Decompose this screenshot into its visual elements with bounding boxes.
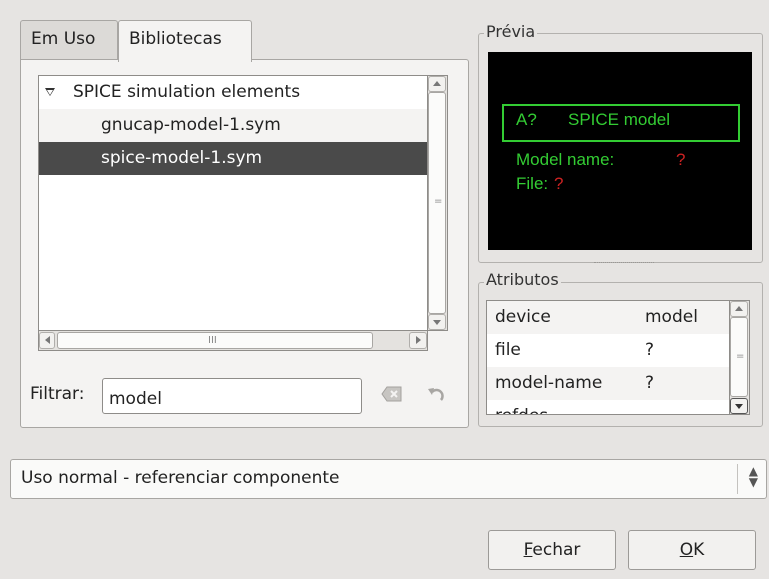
scroll-up-button[interactable] [428, 76, 446, 92]
arrow-right-icon [416, 336, 421, 344]
expander-down-icon[interactable] [45, 88, 55, 96]
attribute-key: device [495, 307, 551, 327]
grip-icon: = [736, 351, 745, 362]
table-row[interactable]: model-name ? [487, 367, 729, 400]
up-down-arrows-icon: ▲ ▼ [748, 464, 758, 489]
attribute-key: file [495, 340, 521, 360]
splitter-handle[interactable] [594, 262, 654, 265]
tree-vertical-scrollbar[interactable]: = [428, 75, 448, 331]
scroll-thumb[interactable]: = [730, 317, 748, 397]
tree-group-row[interactable]: SPICE simulation elements [39, 76, 427, 109]
tree-item-label: gnucap-model-1.sym [101, 115, 281, 135]
scroll-thumb[interactable]: III [57, 332, 373, 349]
filter-label: Filtrar: [30, 384, 85, 404]
library-tree[interactable]: SPICE simulation elements gnucap-model-1… [38, 75, 428, 331]
tab-label: Bibliotecas [129, 29, 222, 49]
table-row[interactable]: file ? [487, 334, 729, 367]
preview-title: Prévia [484, 22, 538, 41]
attributes-table[interactable]: device model file ? model-name ? refdes [486, 300, 730, 415]
usage-mode-value: Uso normal - referenciar componente [21, 468, 340, 488]
tab-em-uso[interactable]: Em Uso [20, 20, 118, 60]
tab-label: Em Uso [31, 29, 96, 49]
table-row[interactable]: device model [487, 301, 729, 334]
tree-group-label: SPICE simulation elements [73, 82, 301, 102]
attribute-key: model-name [495, 373, 603, 393]
attributes-title: Atributos [484, 270, 561, 289]
scroll-up-button[interactable] [730, 301, 748, 317]
attribute-value: ? [645, 340, 655, 360]
preview-file-value: ? [554, 174, 564, 193]
preview-refdes: A? [516, 110, 537, 129]
scroll-right-button[interactable] [409, 332, 427, 349]
grip-icon: III [208, 335, 217, 346]
scroll-down-button[interactable] [730, 398, 748, 414]
tree-horizontal-scrollbar[interactable]: III [38, 331, 428, 351]
arrow-up-icon [735, 306, 743, 311]
attribute-value: model [645, 307, 698, 327]
tree-item-row-selected[interactable]: spice-model-1.sym [39, 142, 427, 175]
scroll-left-button[interactable] [39, 332, 55, 349]
preview-model-name-label: Model name: [516, 150, 615, 169]
arrow-left-icon [45, 336, 50, 344]
arrow-down-icon [433, 320, 441, 325]
table-row[interactable]: refdes [487, 400, 729, 414]
combo-separator [737, 464, 738, 494]
tree-item-label: spice-model-1.sym [101, 148, 263, 168]
scroll-thumb[interactable]: = [428, 92, 446, 314]
ok-button-label: OK [679, 540, 705, 560]
attributes-vertical-scrollbar[interactable]: = [730, 300, 750, 415]
close-button-label: Fechar [523, 540, 581, 560]
preview-model-name-value: ? [676, 150, 686, 169]
filter-input[interactable] [102, 378, 362, 414]
clear-filter-icon[interactable] [380, 386, 404, 408]
preview-canvas: A? SPICE model Model name: ? File: ? [488, 52, 752, 250]
attribute-key: refdes [495, 400, 548, 414]
usage-mode-select[interactable]: Uso normal - referenciar componente ▲ ▼ [10, 459, 767, 499]
grip-icon: = [434, 196, 443, 207]
undo-icon[interactable] [424, 386, 448, 408]
preview-symbol-name: SPICE model [568, 110, 671, 129]
arrow-down-icon [735, 404, 743, 409]
tree-item-row[interactable]: gnucap-model-1.sym [39, 109, 427, 142]
close-button[interactable]: Fechar [488, 530, 616, 570]
ok-button[interactable]: OK [628, 530, 756, 570]
scroll-down-button[interactable] [428, 314, 446, 330]
attribute-value: ? [645, 373, 655, 393]
arrow-up-icon [433, 81, 441, 86]
tab-bibliotecas[interactable]: Bibliotecas [118, 20, 252, 62]
preview-file-label: File: [516, 174, 549, 193]
